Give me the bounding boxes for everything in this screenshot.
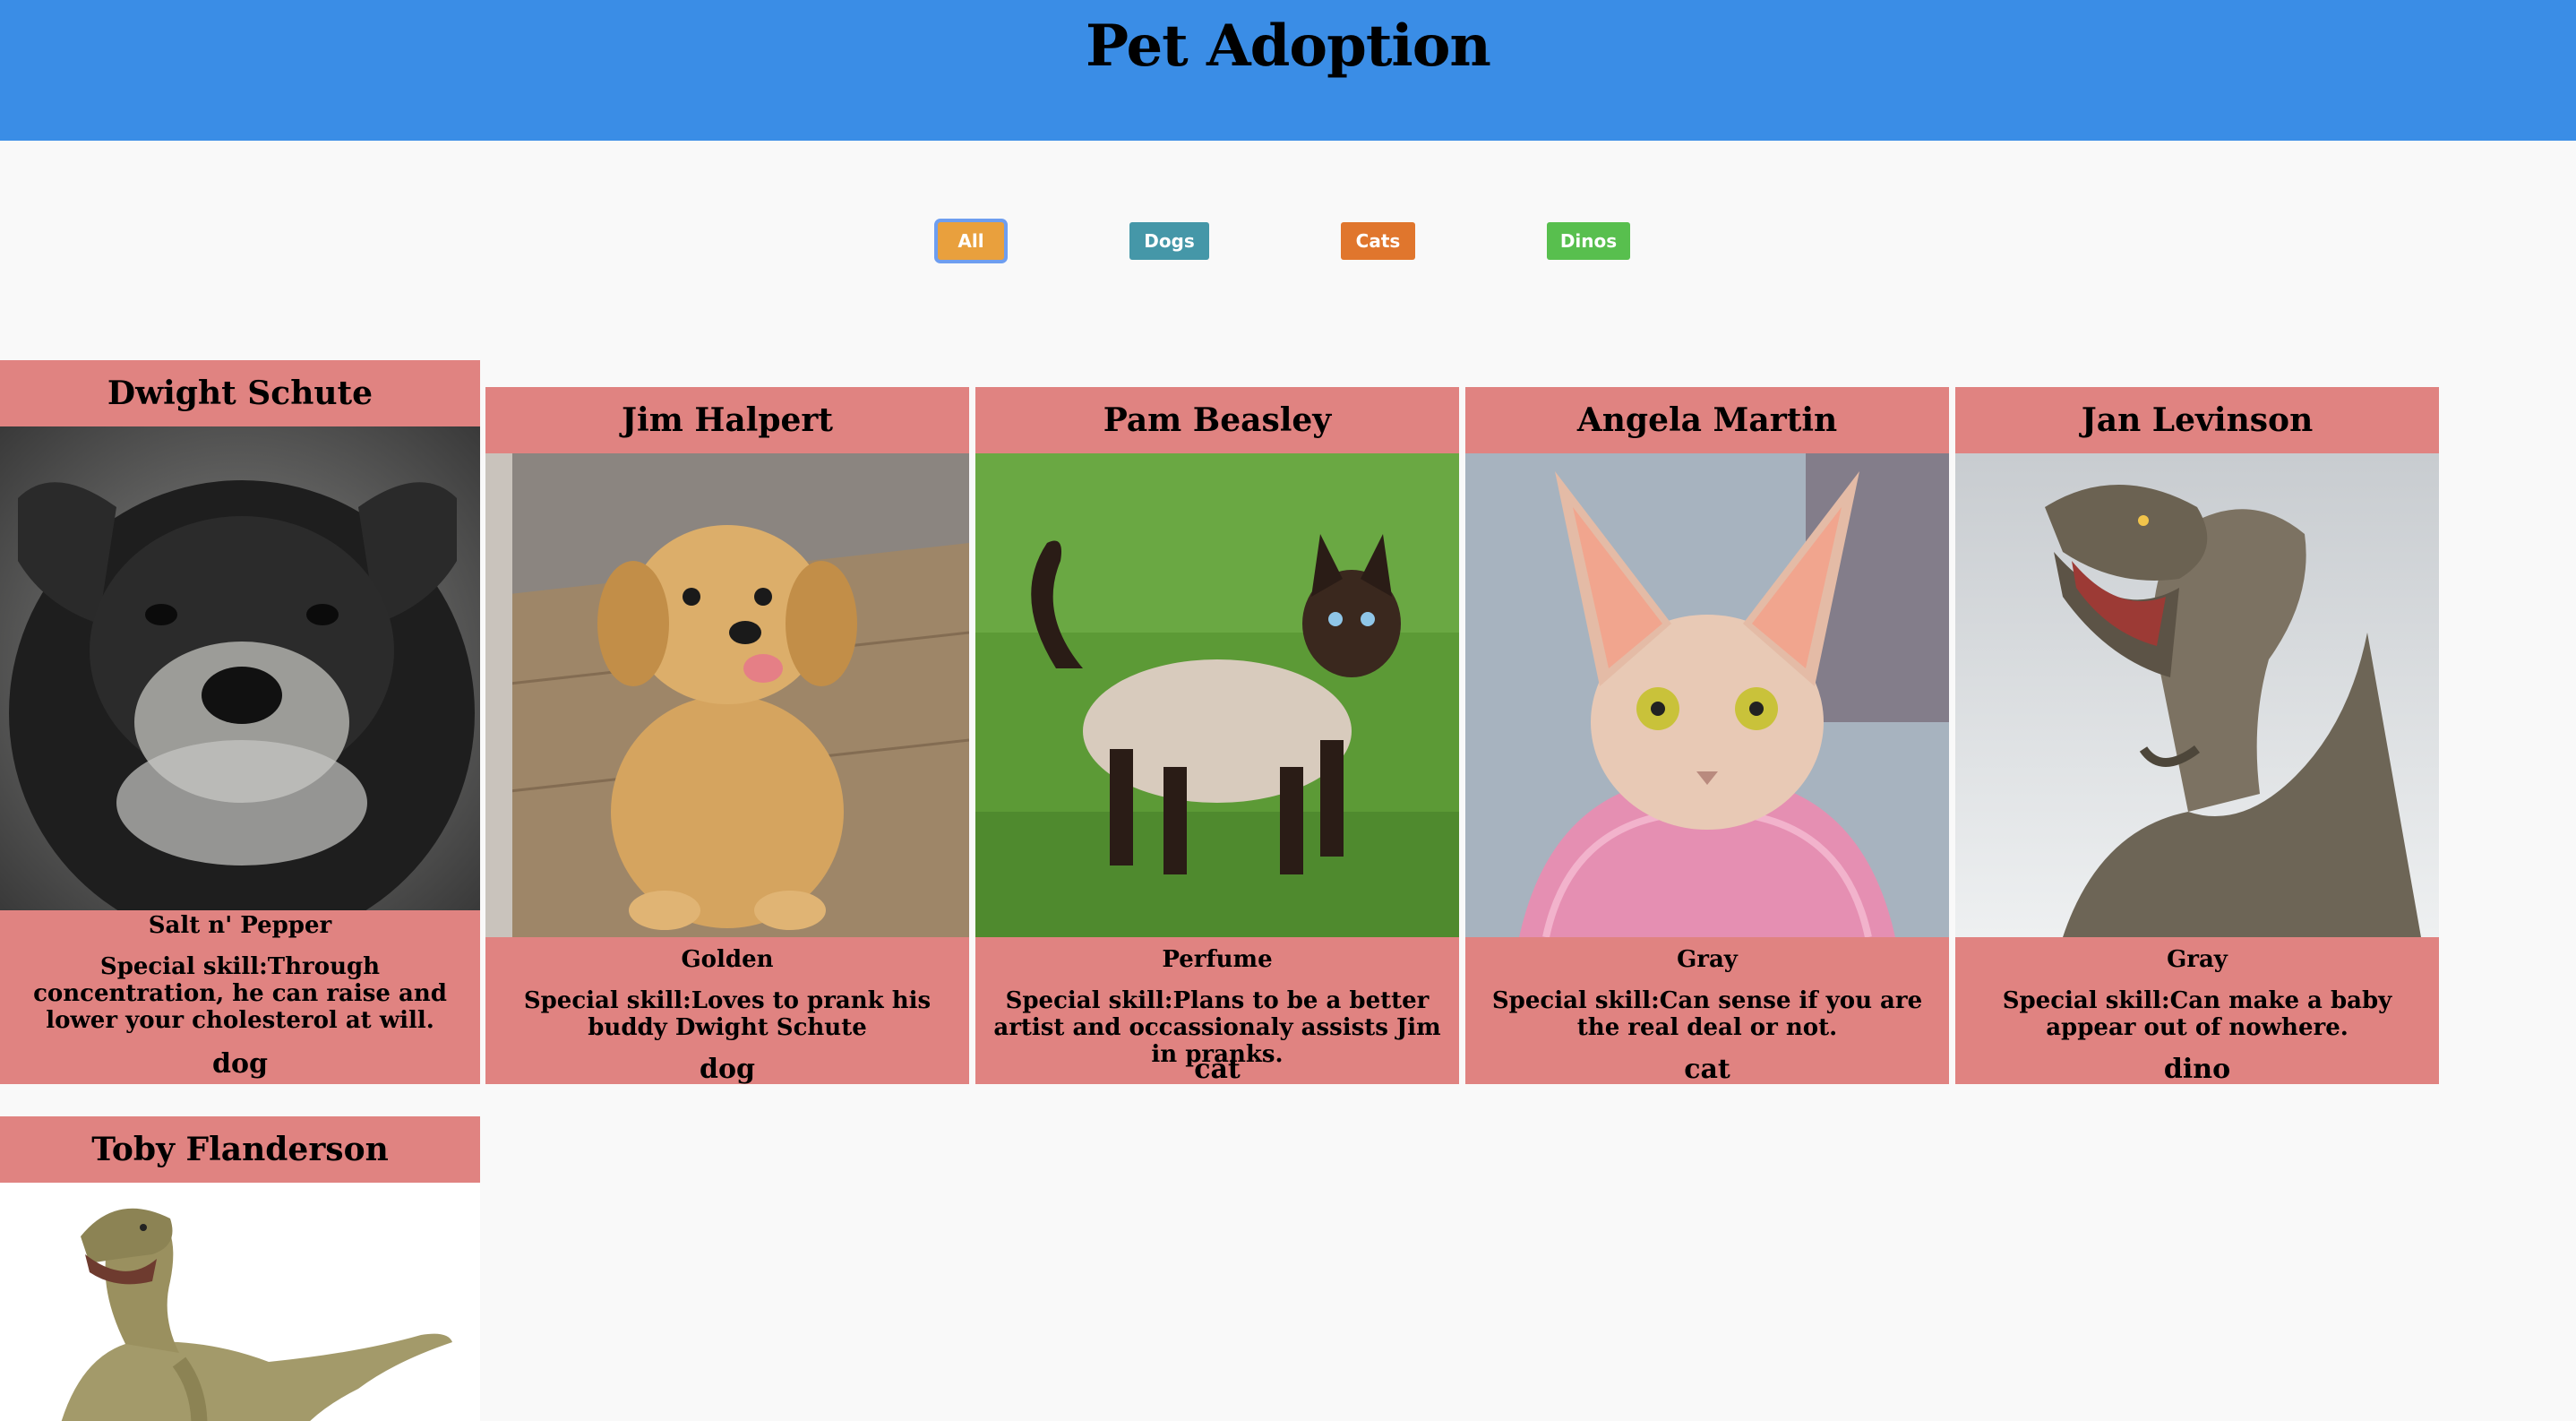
pet-name: Jan Levinson (2081, 401, 2314, 439)
golden-retriever-puppy-image (485, 453, 969, 937)
pet-skill: Special skill:Loves to prank his buddy D… (523, 987, 932, 1041)
sphynx-cat-image (1465, 453, 1949, 937)
pet-color: Golden (681, 946, 774, 973)
pet-type: dog (700, 1054, 755, 1084)
pet-color: Perfume (1162, 946, 1273, 973)
pet-type: dino (2163, 1054, 2231, 1084)
siamese-cat-image (975, 453, 1459, 937)
pet-skill: Special skill:Through concentration, he … (33, 953, 447, 1034)
pet-color: Gray (2167, 946, 2228, 973)
pet-card[interactable]: Dwight Schute Salt n' Pepper Special ski… (0, 360, 480, 1084)
pet-type: dog (212, 1048, 268, 1080)
pet-color: Gray (1677, 946, 1738, 973)
pet-card[interactable]: Angela Martin Gray Special skill:Can sen… (1465, 387, 1949, 1084)
pet-skill: Special skill:Can make a baby appear out… (2002, 987, 2392, 1041)
raptor-image (0, 1183, 480, 1421)
t-rex-image (1955, 453, 2439, 937)
pet-name: Pam Beasley (1103, 401, 1332, 439)
pet-card[interactable]: Jan Levinson Gray Special skill:Can make… (1955, 387, 2439, 1084)
pet-name: Jim Halpert (621, 401, 834, 439)
filter-dogs-button[interactable]: Dogs (1129, 222, 1209, 260)
pet-name: Angela Martin (1576, 401, 1838, 439)
schnauzer-puppy-image (0, 426, 480, 910)
filter-cats-button[interactable]: Cats (1341, 222, 1415, 260)
pet-name: Dwight Schute (107, 375, 374, 412)
pet-card[interactable]: Pam Beasley Perfume Special skill:Plans … (975, 387, 1459, 1084)
pet-type: cat (1194, 1054, 1241, 1084)
filter-all-button[interactable]: All (938, 222, 1004, 260)
pet-type: cat (1684, 1054, 1730, 1084)
pet-name: Toby Flanderson (0, 1116, 480, 1183)
pet-color: Salt n' Pepper (148, 912, 332, 939)
page-header: Pet Adoption (0, 0, 2576, 141)
pet-card[interactable]: Toby Flanderson (0, 1116, 480, 1421)
pet-card[interactable]: Jim Halpert Golden Special skill:Loves t… (485, 387, 969, 1084)
pet-skill: Special skill:Can sense if you are the r… (1491, 987, 1923, 1041)
filter-dinos-button[interactable]: Dinos (1547, 222, 1630, 260)
page-title: Pet Adoption (1086, 13, 1491, 80)
